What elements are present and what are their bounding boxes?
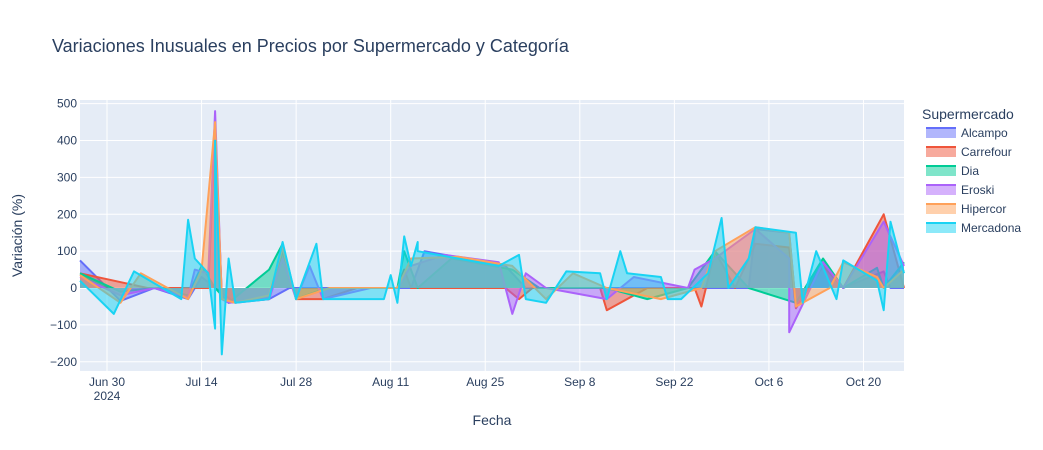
- x-tick-label: Sep 22: [655, 375, 693, 389]
- legend-label: Eroski: [961, 183, 994, 197]
- legend-item-eroski[interactable]: Eroski: [926, 183, 994, 197]
- legend-label: Alcampo: [961, 126, 1008, 140]
- legend-item-carrefour[interactable]: Carrefour: [926, 145, 1012, 159]
- legend-item-dia[interactable]: Dia: [926, 164, 979, 178]
- legend-label: Mercadona: [961, 221, 1021, 235]
- x-tick-label: Oct 20: [846, 375, 882, 389]
- y-tick-label: 500: [57, 97, 77, 111]
- legend-item-mercadona[interactable]: Mercadona: [926, 221, 1021, 235]
- y-tick-label: 200: [57, 207, 77, 221]
- x-tick-label: Oct 6: [755, 375, 784, 389]
- x-tick-label: Aug 11: [372, 375, 409, 389]
- area-chart: Variaciones Inusuales en Precios por Sup…: [0, 0, 1043, 450]
- y-tick-label: 0: [70, 281, 77, 295]
- y-tick-label: 100: [57, 244, 77, 258]
- y-axis-title: Variación (%): [9, 194, 25, 277]
- legend-label: Carrefour: [961, 145, 1012, 159]
- x-tick-sublabel: 2024: [94, 389, 121, 403]
- legend-swatch: [926, 223, 956, 233]
- x-tick-label: Aug 25: [466, 375, 504, 389]
- x-axis-title: Fecha: [473, 412, 512, 428]
- legend-label: Hipercor: [961, 202, 1006, 216]
- y-tick-label: 400: [57, 134, 77, 148]
- x-tick-label: Jul 28: [280, 375, 312, 389]
- y-tick-label: 300: [57, 170, 77, 184]
- y-tick-label: −200: [50, 355, 77, 369]
- legend-title: Supermercado: [922, 106, 1014, 122]
- legend-label: Dia: [961, 164, 979, 178]
- chart-title: Variaciones Inusuales en Precios por Sup…: [52, 36, 570, 56]
- legend-swatch: [926, 185, 956, 195]
- x-tick-label: Jun 30: [89, 375, 125, 389]
- legend-item-alcampo[interactable]: Alcampo: [926, 126, 1008, 140]
- legend-swatch: [926, 204, 956, 214]
- legend-item-hipercor[interactable]: Hipercor: [926, 202, 1006, 216]
- x-tick-label: Jul 14: [186, 375, 218, 389]
- y-tick-label: −100: [50, 318, 77, 332]
- legend-swatch: [926, 128, 956, 138]
- legend-swatch: [926, 147, 956, 157]
- legend-swatch: [926, 166, 956, 176]
- x-tick-label: Sep 8: [564, 375, 596, 389]
